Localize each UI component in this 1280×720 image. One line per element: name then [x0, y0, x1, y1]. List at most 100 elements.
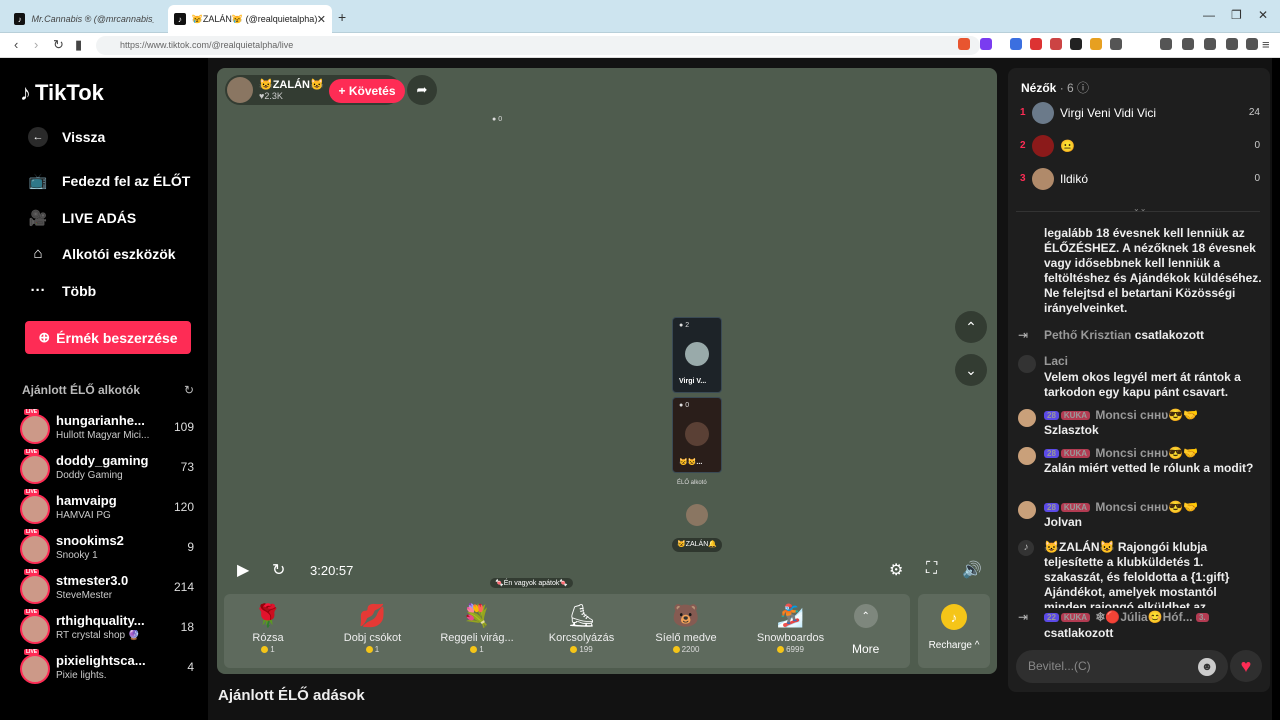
recommended-creator[interactable]: LIVE stmester3.0 SteveMester 214	[20, 569, 200, 607]
vpn-icon[interactable]	[1246, 38, 1258, 50]
bookmark-icon[interactable]: ▮	[75, 37, 82, 53]
extension-icon[interactable]	[980, 38, 992, 50]
recommended-creator[interactable]: LIVE pixielightsca... Pixie lights. 4	[20, 649, 200, 687]
user-avatar[interactable]	[1018, 501, 1036, 519]
play-icon[interactable]: ▶	[237, 560, 249, 580]
volume-icon[interactable]: 🔊	[962, 560, 982, 580]
media-icon[interactable]	[1160, 38, 1172, 50]
chevron-down-icon[interactable]: ⌄⌄	[1133, 204, 1146, 213]
stream-banner: 🍬Én vagyok apátok🍬	[490, 578, 574, 588]
more-gifts-button[interactable]: ⌃ More	[852, 604, 879, 656]
nav-creator-tools[interactable]: ⌂ Alkotói eszközök	[28, 245, 175, 262]
extension-icon[interactable]	[1090, 38, 1102, 50]
viewers-title: Nézők	[1021, 81, 1057, 95]
gift-item[interactable]: 🌹 Rózsa 1	[218, 600, 318, 654]
like-heart-icon[interactable]: ♥	[1230, 650, 1262, 682]
enter-icon: ⇥	[1018, 328, 1029, 342]
chat-user[interactable]: Pethő Krisztian csatlakozott	[1044, 328, 1204, 342]
chat-user[interactable]: 22 KUKA ❄🔴Júlia😊Hóf... 3.	[1044, 610, 1211, 624]
user-avatar[interactable]	[1018, 409, 1036, 427]
top-viewer-row[interactable]: 3 Ildikó 0	[1020, 168, 1260, 192]
wallet-icon[interactable]	[1204, 38, 1216, 50]
nav-explore-live[interactable]: 📺 Fedezd fel az ÉLŐT	[28, 172, 191, 190]
gift-item[interactable]: ⛸ Korcsolyázás 199	[532, 600, 632, 654]
help-icon[interactable]: ⓘ	[1077, 81, 1089, 95]
recommended-creator[interactable]: LIVE snookims2 Snooky 1 9	[20, 529, 200, 567]
fullscreen-icon[interactable]: ⛶	[926, 560, 937, 578]
coin-icon	[365, 646, 373, 654]
extension-icon[interactable]	[1070, 38, 1082, 50]
level-badge: 22	[1044, 613, 1059, 623]
tiktok-logo[interactable]: ♪ TikTok	[20, 80, 104, 106]
creator-avatar	[20, 614, 50, 644]
chat-user[interactable]: 28 KUKA Moncsi ᴄʜʜᴜ😎🤝	[1044, 446, 1198, 460]
brave-shield-icon[interactable]	[958, 38, 970, 50]
host-info[interactable]: 😺ZALÁN😺 ♥2.3K + Követés	[225, 75, 405, 105]
download-icon[interactable]	[1226, 38, 1238, 50]
guest-count: ● 0	[679, 402, 690, 409]
browser-tab-inactive[interactable]: ♪ Mr.Cannabis ® (@mrcannabis_	[8, 5, 160, 33]
gift-item[interactable]: 💋 Dobj csókot 1	[323, 600, 423, 654]
viewer-avatar	[1032, 102, 1054, 124]
live-badge: LIVE	[24, 449, 40, 455]
rank-badge: 3.	[1195, 613, 1209, 623]
recommended-creator[interactable]: LIVE rthighquality... RT crystal shop 🔮 18	[20, 609, 200, 647]
guest-slot[interactable]: ● 0 😺😺...	[672, 397, 722, 473]
extension-icon[interactable]	[1030, 38, 1042, 50]
menu-icon[interactable]: ≡	[1262, 37, 1270, 52]
maximize-icon[interactable]: ❐	[1231, 8, 1242, 22]
reload-icon[interactable]: ↻	[53, 37, 64, 53]
host-mini-avatar[interactable]	[686, 504, 708, 526]
previous-live-button[interactable]: ⌃	[955, 311, 987, 343]
follow-button[interactable]: + Követés	[329, 79, 405, 103]
next-live-button[interactable]: ⌄	[955, 354, 987, 386]
gift-item[interactable]: 🏂 Snowboardos 6999	[741, 600, 841, 654]
creator-name: rthighquality...	[56, 613, 145, 628]
replay-icon[interactable]: ↻	[272, 560, 285, 580]
settings-icon[interactable]: ⚙	[889, 560, 903, 580]
live-badge: LIVE	[24, 489, 40, 495]
gift-price: 199	[532, 645, 632, 654]
top-viewer-row[interactable]: 1 Virgi Veni Vidi Vici 24	[1020, 102, 1260, 126]
gift-item[interactable]: 💐 Reggeli virág... 1	[427, 600, 527, 654]
new-tab-icon[interactable]: +	[338, 9, 346, 25]
chat-user[interactable]: Laci	[1044, 354, 1068, 368]
browser-tab-active[interactable]: ♪ 😿ZALÁN😿 (@realquietalpha) ✕	[168, 5, 332, 33]
chat-user[interactable]: 28 KUKA Moncsi ᴄʜʜᴜ😎🤝	[1044, 408, 1198, 422]
recommended-creator[interactable]: LIVE hamvaipg HAMVAI PG 120	[20, 489, 200, 527]
extension-icon[interactable]	[1050, 38, 1062, 50]
user-avatar[interactable]	[1018, 355, 1036, 373]
close-tab-icon[interactable]: ✕	[317, 13, 326, 26]
join-text: csatlakozott	[1044, 626, 1114, 640]
back-link[interactable]: ← Vissza	[28, 127, 105, 147]
address-bar[interactable]: https://www.tiktok.com/@realquietalpha/l…	[96, 36, 980, 55]
recommended-creator[interactable]: LIVE hungarianhe... Hullott Magyar Mici...…	[20, 409, 200, 447]
host-likes: ♥2.3K	[259, 91, 283, 101]
nav-go-live[interactable]: 🎥 LIVE ADÁS	[28, 209, 137, 227]
minimize-icon[interactable]: —	[1203, 8, 1215, 22]
get-coins-button[interactable]: ⊕ Érmék beszerzése	[25, 321, 191, 354]
extension-icon[interactable]	[1010, 38, 1022, 50]
recommended-creator[interactable]: LIVE doddy_gaming Doddy Gaming 73	[20, 449, 200, 487]
host-avatar[interactable]	[227, 77, 253, 103]
gift-item[interactable]: 🐻 Síelő medve 2200	[636, 600, 736, 654]
emoji-icon[interactable]: ☻	[1198, 658, 1216, 676]
user-avatar[interactable]	[1018, 447, 1036, 465]
recharge-button[interactable]: ♪ Recharge ^	[918, 594, 990, 668]
chat-input[interactable]: Bevitel...(C)	[1016, 650, 1228, 683]
puzzle-icon[interactable]	[1110, 38, 1122, 50]
gift-price: 6999	[741, 645, 841, 654]
window-close-icon[interactable]: ✕	[1258, 8, 1268, 22]
viewer-count: 73	[180, 460, 194, 474]
top-viewer-row[interactable]: 2 😐 0	[1020, 135, 1260, 159]
back-icon[interactable]: ‹	[14, 37, 18, 52]
share-icon[interactable]: ➦	[407, 75, 437, 105]
guest-slot[interactable]: ● 2 Virgi V...	[672, 317, 722, 393]
nav-more[interactable]: ··· Több	[28, 282, 97, 299]
tiktok-note-icon: ♪	[20, 80, 31, 105]
refresh-icon[interactable]: ↻	[184, 383, 194, 397]
chat-user[interactable]: 28 KUKA Moncsi ᴄʜʜᴜ😎🤝	[1044, 500, 1198, 514]
viewers-count: · 6	[1059, 81, 1074, 95]
forward-icon[interactable]: ›	[34, 37, 38, 52]
sidebar-icon[interactable]	[1182, 38, 1194, 50]
